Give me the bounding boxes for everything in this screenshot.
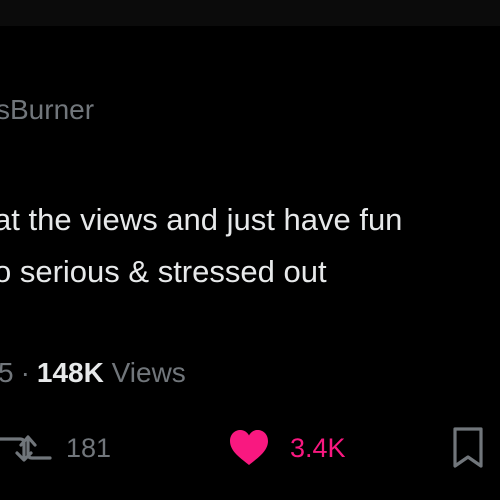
retweet-icon [0,428,52,468]
heart-icon [228,429,270,467]
bookmark-button[interactable] [450,420,486,476]
retweet-button[interactable]: 181 [0,420,111,476]
retweet-count: 181 [66,432,112,463]
top-bar [0,0,500,26]
bookmark-icon [450,426,486,470]
like-button[interactable]: 3.4K [228,420,346,476]
meta-separator: · [20,357,30,388]
tweet-text-line: o serious & stressed out [0,254,327,289]
tweet-text-line: at the views and just have fun [0,202,403,237]
like-count: 3.4K [290,432,346,463]
author-username[interactable]: sBurner [0,94,94,126]
post-date[interactable]: 5 [0,357,14,388]
views-label: Views [111,357,186,388]
views-count: 148K [36,357,104,388]
tweet-meta: 5 · 148K Views [0,357,186,389]
action-bar: 181 3.4K [0,420,500,476]
